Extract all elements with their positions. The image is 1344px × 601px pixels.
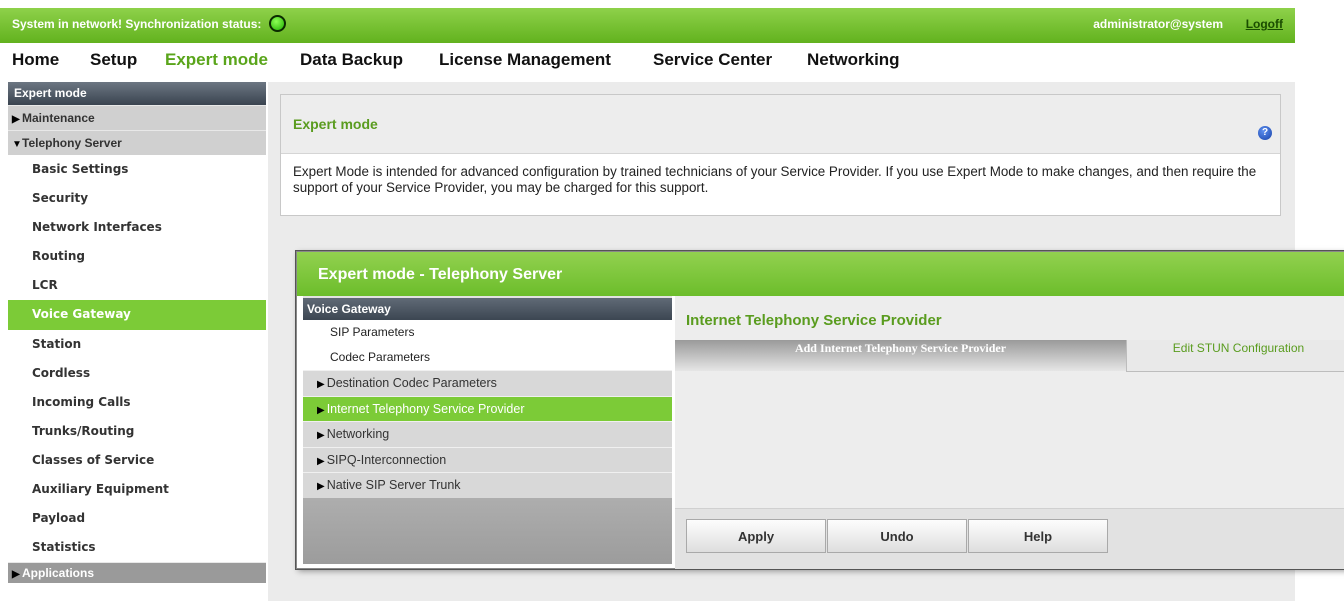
window-title: Expert mode - Telephony Server [318, 266, 563, 283]
triangle-right-icon: ▶ [12, 569, 20, 581]
triangle-right-icon: ▶ [317, 455, 325, 467]
sidebar-item-network-interfaces[interactable]: Network Interfaces [8, 213, 266, 242]
current-user: administrator@system [1093, 17, 1223, 31]
sidebar-item-routing[interactable]: Routing [8, 242, 266, 271]
sidebar-item-cordless[interactable]: Cordless [8, 359, 266, 388]
window-titlebar: Expert mode - Telephony Server [297, 252, 1344, 296]
sidebar-item-payload[interactable]: Payload [8, 504, 266, 533]
sidebar-group-telephony-server[interactable]: ▼Telephony Server [8, 130, 266, 155]
sidebar-group-label: Telephony Server [22, 136, 122, 150]
triangle-right-icon: ▶ [317, 481, 325, 492]
status-bar: System in network! Synchronization statu… [0, 8, 1295, 43]
status-line: System in network! Synchronization statu… [12, 15, 286, 33]
menu-setup[interactable]: Setup [90, 50, 137, 70]
sidebar-header: Expert mode [8, 82, 266, 105]
menu-group-label: Native SIP Server Trunk [326, 478, 461, 492]
info-panel-title: Expert mode [293, 116, 378, 132]
button-bar: Apply Undo Help [675, 508, 1344, 569]
sidebar-item-auxiliary-equipment[interactable]: Auxiliary Equipment [8, 475, 266, 504]
telephony-server-window: Expert mode - Telephony Server Voice Gat… [296, 251, 1344, 569]
undo-button[interactable]: Undo [827, 519, 967, 553]
triangle-right-icon: ▶ [317, 430, 325, 441]
sidebar-group-maintenance[interactable]: ▶ Maintenance [8, 105, 266, 130]
logoff-link[interactable]: Logoff [1246, 17, 1283, 31]
voice-gateway-header: Voice Gateway [303, 298, 672, 320]
menu-networking[interactable]: Networking [807, 50, 900, 70]
expert-mode-info-panel: Expert mode ? Expert Mode is intended fo… [280, 94, 1281, 216]
sidebar-item-voice-gateway[interactable]: Voice Gateway [8, 300, 266, 330]
menu-group-networking[interactable]: ▶ Networking [303, 421, 672, 447]
menu-group-label: Destination Codec Parameters [326, 376, 497, 390]
menu-data-backup[interactable]: Data Backup [300, 50, 403, 70]
apply-button[interactable]: Apply [686, 519, 826, 553]
menu-group-destination-codec-parameters[interactable]: ▶ Destination Codec Parameters [303, 370, 672, 396]
menu-group-label: Internet Telephony Service Provider [326, 401, 525, 416]
sidebar-item-statistics[interactable]: Statistics [8, 533, 266, 562]
sidebar-item-basic-settings[interactable]: Basic Settings [8, 155, 266, 184]
tab-add-itsp[interactable]: Add Internet Telephony Service Provider [675, 340, 1126, 371]
sidebar: Expert mode ▶ Maintenance ▼Telephony Serv… [8, 82, 266, 601]
sidebar-item-security[interactable]: Security [8, 184, 266, 213]
sidebar-group-label: Applications [22, 566, 95, 581]
sidebar-item-station[interactable]: Station [8, 330, 266, 359]
triangle-right-icon: ▶ [317, 379, 325, 390]
menu-group-native-sip-server-trunk[interactable]: ▶ Native SIP Server Trunk [303, 472, 672, 498]
sidebar-item-trunks-routing[interactable]: Trunks/Routing [8, 417, 266, 446]
main-menu: Home Setup Expert mode Data Backup Licen… [0, 43, 1295, 79]
panel-title: Internet Telephony Service Provider [686, 312, 942, 329]
menu-expert-mode[interactable]: Expert mode [165, 50, 268, 70]
help-button[interactable]: Help [968, 519, 1108, 553]
menu-group-sipq-interconnection[interactable]: ▶ SIPQ-Interconnection [303, 446, 672, 472]
sidebar-item-classes-of-service[interactable]: Classes of Service [8, 446, 266, 475]
triangle-right-icon: ▶ [12, 114, 20, 125]
sync-status-indicator-icon [268, 15, 286, 33]
info-panel-header: Expert mode ? [281, 95, 1280, 154]
sidebar-item-incoming-calls[interactable]: Incoming Calls [8, 388, 266, 417]
tab-edit-stun-configuration[interactable]: Edit STUN Configuration [1126, 340, 1344, 372]
voice-gateway-menu: Voice Gateway SIP Parameters Codec Param… [303, 296, 672, 564]
menu-group-label: Networking [326, 427, 390, 441]
menu-item-codec-parameters[interactable]: Codec Parameters [303, 345, 672, 370]
sidebar-group-label: Maintenance [22, 111, 95, 125]
sidebar-item-lcr[interactable]: LCR [8, 271, 266, 300]
menu-home[interactable]: Home [12, 50, 59, 70]
itsp-panel: Internet Telephony Service Provider Add … [675, 296, 1344, 569]
info-panel-text: Expert Mode is intended for advanced con… [293, 164, 1257, 195]
menu-service-center[interactable]: Service Center [653, 50, 772, 70]
sidebar-group-applications[interactable]: ▶ Applications [8, 562, 266, 584]
status-text: System in network! Synchronization statu… [12, 17, 262, 31]
triangle-down-icon: ▼ [12, 139, 22, 150]
menu-license-management[interactable]: License Management [439, 50, 611, 70]
menu-item-sip-parameters[interactable]: SIP Parameters [303, 320, 672, 345]
help-icon[interactable]: ? [1258, 126, 1272, 140]
menu-group-label: SIPQ-Interconnection [326, 452, 447, 467]
menu-group-internet-telephony-service-provider[interactable]: ▶ Internet Telephony Service Provider [303, 395, 672, 421]
triangle-right-icon: ▶ [317, 404, 325, 416]
